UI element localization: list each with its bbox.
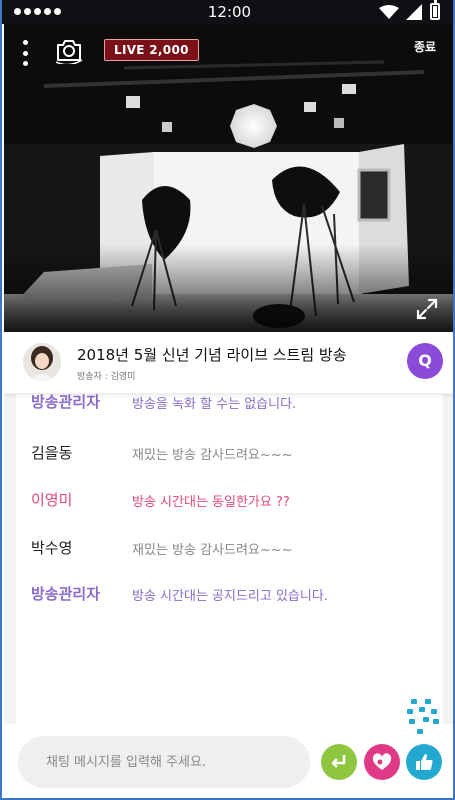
camera-switch-icon[interactable] [54,36,84,64]
chat-message-input[interactable] [18,736,310,788]
chat-message: 김을동 재밌는 방송 감사드려요~~~ [16,442,443,472]
stream-title: 2018년 5월 신년 기념 라이브 스트림 방송 [77,346,347,364]
heart-button[interactable] [364,744,400,780]
question-button[interactable]: Q [407,343,443,379]
chat-username: 이영미 [31,491,73,509]
broadcaster-name: 방송자 : 김영미 [77,372,136,382]
status-bar: 12:00 [2,0,453,24]
heart-icon [372,753,392,770]
chat-message: 박수영 재밌는 방송 감사드려요~~~ [16,537,443,567]
floating-likes-icon [407,699,439,734]
chat-text: 방송을 녹화 할 수는 없습니다. [132,397,297,412]
chat-list[interactable]: 방송관리자 방송을 녹화 할 수는 없습니다. 김을동 재밌는 방송 감사드려요… [16,394,443,726]
more-vertical-icon[interactable] [18,40,32,66]
live-video[interactable]: LIVE 2,000 종료 [4,24,453,332]
chat-message: 이영미 방송 시간대는 동일한가요 ?? [16,489,443,519]
chat-username: 박수영 [31,539,73,557]
wifi-icon [379,5,399,19]
thumbs-up-icon [416,754,433,770]
end-button[interactable]: 종료 [414,38,436,55]
chat-input-bar [4,724,453,798]
chat-username: 방송관리자 [31,585,101,603]
app-frame: 12:00 LIVE 2,000 종료 2018년 5월 신년 기념 라이브 스… [0,0,455,800]
chat-text: 방송 시간대는 공지드리고 있습니다. [132,589,328,604]
chat-message: 방송관리자 방송을 녹화 할 수는 없습니다. [16,394,443,421]
send-icon [331,755,346,768]
send-button[interactable] [321,744,357,780]
cellular-icon [406,4,422,20]
chat-text: 재밌는 방송 감사드려요~~~ [132,448,293,463]
live-viewer-badge: LIVE 2,000 [104,39,199,61]
broadcaster-avatar[interactable] [23,343,61,381]
chat-text: 재밌는 방송 감사드려요~~~ [132,543,293,558]
chat-username: 방송관리자 [31,394,101,411]
chat-message: 방송관리자 방송 시간대는 공지드리고 있습니다. [16,583,443,613]
chat-username: 김을동 [31,444,73,462]
like-button[interactable] [406,744,442,780]
live-label: LIVE [114,43,145,57]
chat-text: 방송 시간대는 동일한가요 ?? [132,495,290,510]
expand-icon[interactable] [415,297,439,321]
stream-info-bar: 2018년 5월 신년 기념 라이브 스트림 방송 방송자 : 김영미 Q [4,332,453,394]
viewer-count: 2,000 [149,43,189,57]
studio-scene-image [4,24,453,332]
battery-icon [430,0,440,20]
